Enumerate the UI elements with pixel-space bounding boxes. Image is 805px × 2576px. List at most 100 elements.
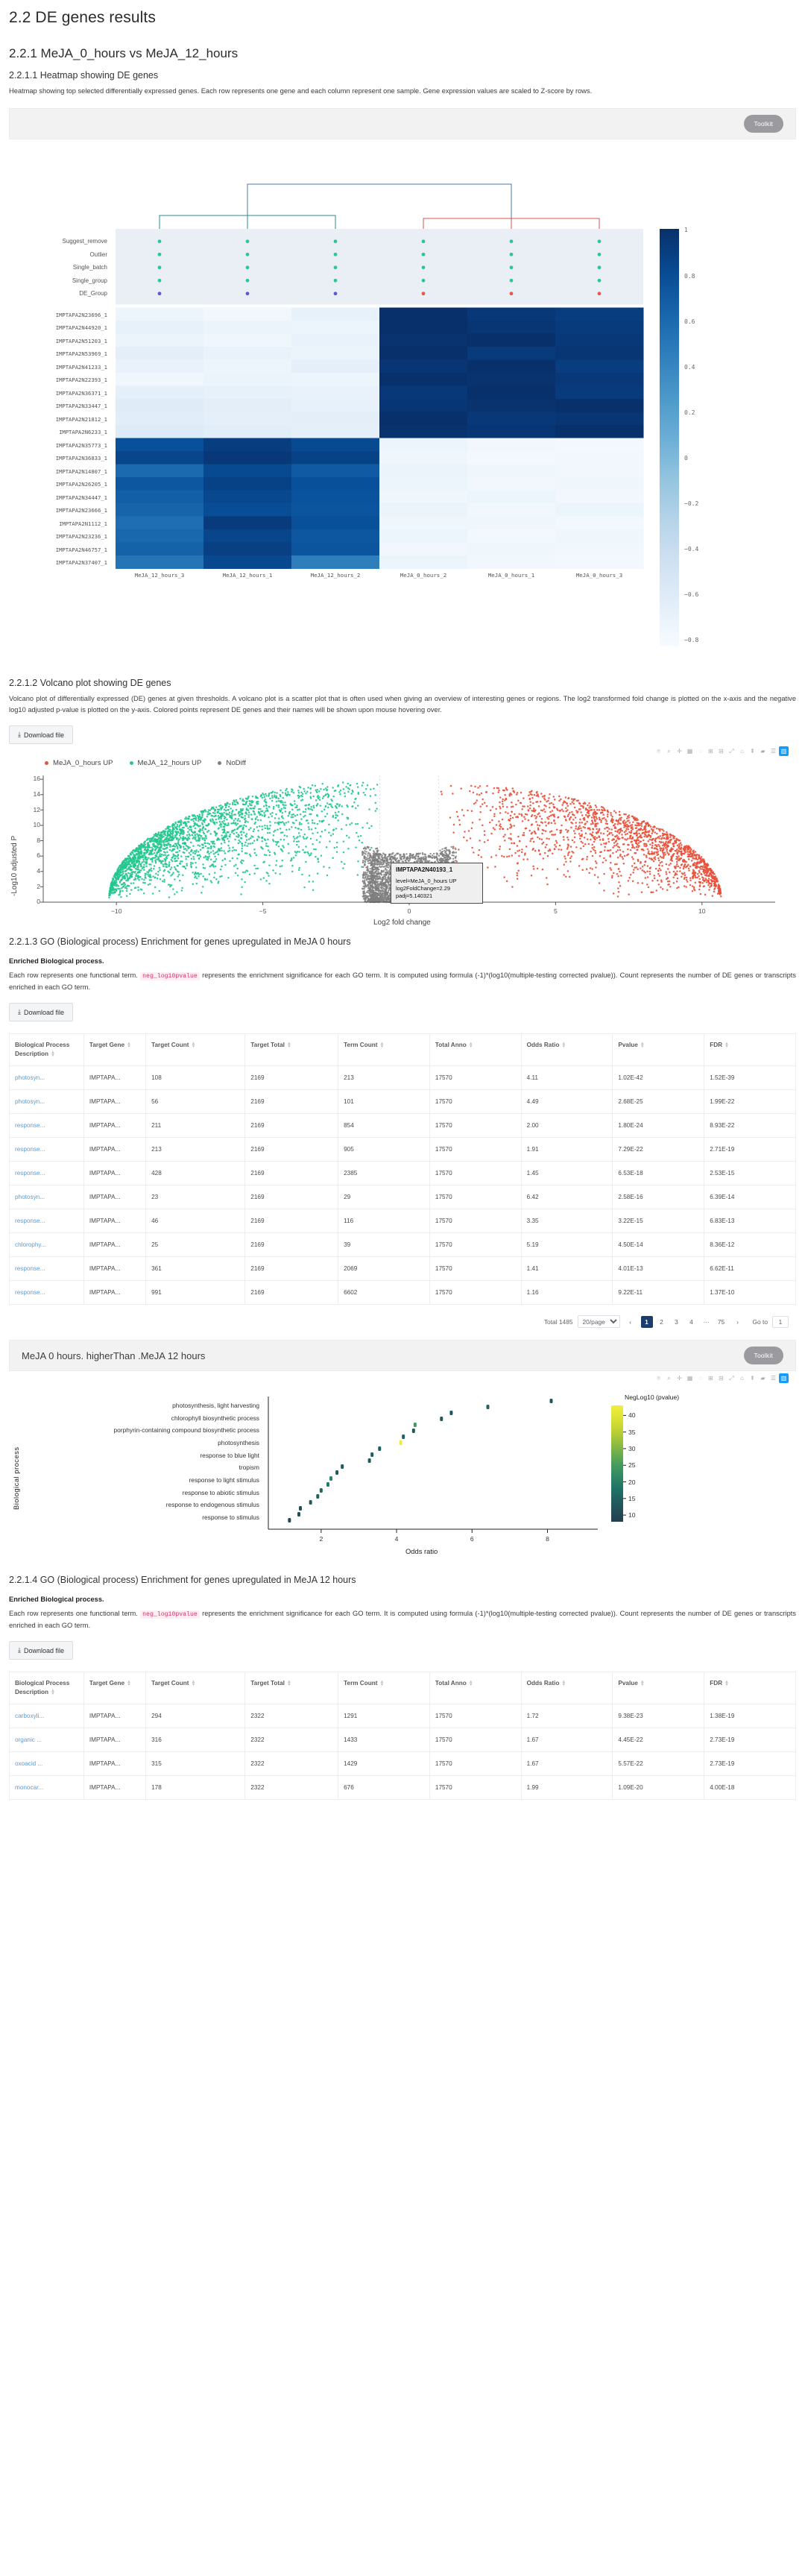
sort-toggle-icon[interactable]: ▲▼ — [469, 1042, 473, 1048]
table-row[interactable]: organic ...IMPTAPA...31623221433175701.6… — [10, 1728, 796, 1752]
column-header-term-count[interactable]: Term Count▲▼ — [338, 1034, 430, 1066]
go-term-link[interactable]: organic ... — [10, 1728, 84, 1752]
column-header-total-anno[interactable]: Total Anno▲▼ — [429, 1672, 521, 1704]
sort-toggle-icon[interactable]: ▲▼ — [724, 1681, 729, 1687]
sort-toggle-icon[interactable]: ▲▼ — [127, 1681, 131, 1687]
per-page-select[interactable]: 20/page — [578, 1315, 620, 1328]
go-term-link[interactable]: oxoacid ... — [10, 1752, 84, 1776]
toolkit-button[interactable]: Toolkit — [744, 115, 784, 133]
go-term-link[interactable]: response... — [10, 1257, 84, 1281]
sort-toggle-icon[interactable]: ▲▼ — [469, 1681, 473, 1687]
table-row[interactable]: monocar...IMPTAPA...1782322676175701.991… — [10, 1776, 796, 1800]
sort-toggle-icon[interactable]: ▲▼ — [127, 1042, 131, 1048]
go-term-link[interactable]: response... — [10, 1281, 84, 1305]
table-row[interactable]: response...IMPTAPA...2132169905175701.91… — [10, 1138, 796, 1162]
sort-toggle-icon[interactable]: ▲▼ — [191, 1042, 195, 1048]
go-term-link[interactable]: chlorophy... — [10, 1233, 84, 1257]
go-term-link[interactable]: response... — [10, 1114, 84, 1138]
hover-closest-icon[interactable]: ☰ — [768, 746, 778, 756]
spike-lines-icon[interactable]: ⇞ — [748, 746, 757, 756]
zoom-in-icon[interactable]: ⊞ — [706, 746, 716, 756]
lasso-select-icon[interactable]: ◌ — [695, 746, 705, 756]
column-header-biological-process-description[interactable]: Biological Process Description▲▼ — [10, 1672, 84, 1704]
zoom-out-icon[interactable]: ⊟ — [716, 746, 726, 756]
zoom-in-icon[interactable]: ⊞ — [706, 1373, 716, 1383]
dotplot-modebar[interactable]: ⌾⌕✛▦◌⊞⊟⤢⌂⇞▰☰▥ — [0, 1371, 805, 1383]
home-reset-icon[interactable]: ⌂ — [737, 1373, 747, 1383]
lasso-select-icon[interactable]: ◌ — [695, 1373, 705, 1383]
table-row[interactable]: photosyn...IMPTAPA...562169101175704.492… — [10, 1090, 796, 1114]
column-header-target-gene[interactable]: Target Gene▲▼ — [83, 1672, 145, 1704]
sort-toggle-icon[interactable]: ▲▼ — [561, 1681, 566, 1687]
zoom-icon[interactable]: ⌕ — [664, 1373, 674, 1383]
home-reset-icon[interactable]: ⌂ — [737, 746, 747, 756]
table-row[interactable]: chlorophy...IMPTAPA...25216939175705.194… — [10, 1233, 796, 1257]
table-row[interactable]: carboxyli...IMPTAPA...29423221291175701.… — [10, 1704, 796, 1728]
download-file-button-volcano[interactable]: ⤓ Download file — [9, 725, 73, 744]
pagination-page-75[interactable]: 75 — [716, 1316, 727, 1328]
table-row[interactable]: response...IMPTAPA...42821692385175701.4… — [10, 1162, 796, 1185]
pagination-goto-input[interactable] — [772, 1316, 789, 1328]
pan-icon[interactable]: ✛ — [675, 746, 684, 756]
pagination-prev[interactable]: ‹ — [625, 1316, 637, 1328]
pagination-pages[interactable]: 1234···75 — [641, 1316, 727, 1328]
column-header-pvalue[interactable]: Pvalue▲▼ — [613, 1034, 704, 1066]
pagination-next[interactable]: › — [732, 1316, 744, 1328]
autoscale-icon[interactable]: ⤢ — [727, 746, 736, 756]
go-term-link[interactable]: carboxyli... — [10, 1704, 84, 1728]
pagination-page-xxx[interactable]: ··· — [701, 1316, 713, 1328]
plotly-logo-icon[interactable]: ▥ — [779, 1373, 789, 1383]
sort-toggle-icon[interactable]: ▲▼ — [379, 1042, 384, 1048]
sort-toggle-icon[interactable]: ▲▼ — [640, 1681, 645, 1687]
download-file-button-go4[interactable]: ⤓ Download file — [9, 1641, 73, 1660]
column-header-total-anno[interactable]: Total Anno▲▼ — [429, 1034, 521, 1066]
table-row[interactable]: response...IMPTAPA...36121692069175701.4… — [10, 1257, 796, 1281]
go-term-link[interactable]: photosyn... — [10, 1185, 84, 1209]
table-row[interactable]: oxoacid ...IMPTAPA...31523221429175701.6… — [10, 1752, 796, 1776]
column-header-target-total[interactable]: Target Total▲▼ — [245, 1672, 338, 1704]
go-enrichment-table-1[interactable]: Biological Process Description▲▼Target G… — [9, 1033, 796, 1305]
column-header-pvalue[interactable]: Pvalue▲▼ — [613, 1672, 704, 1704]
go-term-link[interactable]: response... — [10, 1162, 84, 1185]
sort-toggle-icon[interactable]: ▲▼ — [561, 1042, 566, 1048]
go-term-link[interactable]: photosyn... — [10, 1066, 84, 1090]
go-term-link[interactable]: photosyn... — [10, 1090, 84, 1114]
sort-toggle-icon[interactable]: ▲▼ — [287, 1681, 291, 1687]
plotly-logo-icon[interactable]: ▥ — [779, 746, 789, 756]
pagination-page-4[interactable]: 4 — [686, 1316, 698, 1328]
sort-toggle-icon[interactable]: ▲▼ — [640, 1042, 645, 1048]
zoom-out-icon[interactable]: ⊟ — [716, 1373, 726, 1383]
box-select-icon[interactable]: ▦ — [685, 1373, 695, 1383]
table-row[interactable]: response...IMPTAPA...99121696602175701.1… — [10, 1281, 796, 1305]
column-header-biological-process-description[interactable]: Biological Process Description▲▼ — [10, 1034, 84, 1066]
column-header-target-count[interactable]: Target Count▲▼ — [146, 1672, 245, 1704]
column-header-target-total[interactable]: Target Total▲▼ — [245, 1034, 338, 1066]
zoom-icon[interactable]: ⌕ — [664, 746, 674, 756]
camera-icon[interactable]: ⌾ — [654, 746, 663, 756]
column-header-fdr[interactable]: FDR▲▼ — [704, 1034, 796, 1066]
sort-toggle-icon[interactable]: ▲▼ — [51, 1689, 55, 1695]
table-row[interactable]: photosyn...IMPTAPA...23216929175706.422.… — [10, 1185, 796, 1209]
pagination-page-3[interactable]: 3 — [671, 1316, 683, 1328]
table-pagination[interactable]: Total 1485 20/page ‹ 1234···75 › Go to — [0, 1315, 789, 1328]
volcano-modebar[interactable]: ⌾⌕✛▦◌⊞⊟⤢⌂⇞▰☰▥ — [0, 744, 805, 756]
box-select-icon[interactable]: ▦ — [685, 746, 695, 756]
pagination-page-2[interactable]: 2 — [656, 1316, 668, 1328]
column-header-target-gene[interactable]: Target Gene▲▼ — [83, 1034, 145, 1066]
column-header-fdr[interactable]: FDR▲▼ — [704, 1672, 796, 1704]
column-header-odds-ratio[interactable]: Odds Ratio▲▼ — [521, 1672, 613, 1704]
spike-lines-icon[interactable]: ⇞ — [748, 1373, 757, 1383]
toolkit-button-go[interactable]: Toolkit — [744, 1347, 784, 1364]
sort-toggle-icon[interactable]: ▲▼ — [191, 1681, 195, 1687]
go-enrichment-table-2[interactable]: Biological Process Description▲▼Target G… — [9, 1672, 796, 1800]
sort-toggle-icon[interactable]: ▲▼ — [724, 1042, 729, 1048]
column-header-odds-ratio[interactable]: Odds Ratio▲▼ — [521, 1034, 613, 1066]
sort-toggle-icon[interactable]: ▲▼ — [379, 1681, 384, 1687]
hover-closest-icon[interactable]: ☰ — [768, 1373, 778, 1383]
pan-icon[interactable]: ✛ — [675, 1373, 684, 1383]
hover-compare-icon[interactable]: ▰ — [758, 746, 768, 756]
camera-icon[interactable]: ⌾ — [654, 1373, 663, 1383]
column-header-term-count[interactable]: Term Count▲▼ — [338, 1672, 430, 1704]
go-term-link[interactable]: monocar... — [10, 1776, 84, 1800]
go-term-link[interactable]: response... — [10, 1138, 84, 1162]
